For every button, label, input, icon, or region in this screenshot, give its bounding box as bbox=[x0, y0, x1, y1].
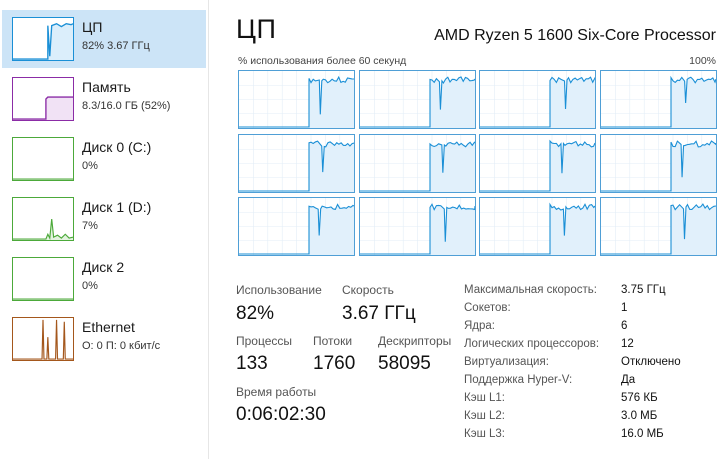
sidebar-item-value: 0% bbox=[82, 280, 98, 292]
spec-value: 6 bbox=[621, 320, 628, 332]
sidebar-item-label: ЦП bbox=[82, 19, 103, 35]
network-throughput-graph-icon bbox=[12, 317, 74, 361]
graph-max-label: 100% bbox=[689, 55, 716, 67]
spec-value: 3.0 МБ bbox=[621, 410, 658, 422]
cpu-model-name: AMD Ryzen 5 1600 Six-Core Processor bbox=[434, 27, 716, 44]
spec-label: Сокетов: bbox=[464, 302, 511, 314]
handles-label: Дескрипторы bbox=[378, 334, 452, 348]
spec-label: Кэш L2: bbox=[464, 410, 505, 422]
uptime-label: Время работы bbox=[236, 385, 317, 399]
handles-value: 58095 bbox=[378, 353, 431, 374]
spec-value: 3.75 ГГц bbox=[621, 284, 666, 296]
sidebar-item-value: 7% bbox=[82, 220, 98, 232]
speed-label: Скорость bbox=[342, 283, 394, 297]
sidebar-item-value: 0% bbox=[82, 160, 98, 172]
logical-processor-graph bbox=[599, 197, 717, 256]
disk-activity-graph-icon bbox=[12, 137, 74, 181]
spec-value: 1 bbox=[621, 302, 628, 314]
threads-value: 1760 bbox=[313, 353, 356, 374]
sidebar-item-label: Диск 0 (C:) bbox=[82, 139, 152, 155]
spec-label: Логических процессоров: bbox=[464, 338, 600, 350]
spec-value: Отключено bbox=[621, 356, 681, 368]
logical-processor-graph bbox=[479, 70, 596, 129]
spec-value: Да bbox=[621, 374, 636, 386]
sidebar-item-memory[interactable]: Память 8.3/16.0 ГБ (52%) bbox=[2, 70, 206, 128]
sidebar-item-label: Ethernet bbox=[82, 319, 135, 335]
processes-value: 133 bbox=[236, 353, 268, 374]
spec-value: 576 КБ bbox=[621, 392, 658, 404]
logical-processor-graph bbox=[238, 133, 355, 193]
page-title: ЦП bbox=[236, 14, 277, 44]
sidebar-item-ethernet[interactable]: Ethernet О: 0 П: 0 кбит/с bbox=[2, 310, 206, 368]
sidebar-item-cpu[interactable]: ЦП 82% 3.67 ГГц bbox=[2, 10, 206, 68]
disk-activity-graph-icon bbox=[12, 257, 74, 301]
resource-sidebar: ЦП 82% 3.67 ГГц Память 8.3/16.0 ГБ (52%)… bbox=[0, 0, 208, 459]
logical-processor-graph bbox=[238, 70, 355, 129]
usage-value: 82% bbox=[236, 303, 275, 324]
spec-label: Кэш L3: bbox=[464, 428, 505, 440]
cpu-usage-graph-icon bbox=[12, 17, 74, 61]
logical-processor-graph bbox=[599, 70, 717, 129]
logical-processor-graph bbox=[358, 70, 476, 129]
usage-label: Использование bbox=[236, 283, 322, 297]
spec-value: 16.0 МБ bbox=[621, 428, 664, 440]
processes-label: Процессы bbox=[236, 334, 293, 348]
sidebar-item-disk-2[interactable]: Диск 2 0% bbox=[2, 250, 206, 308]
spec-label: Ядра: bbox=[464, 320, 496, 332]
graph-caption: % использования более 60 секунд bbox=[238, 55, 407, 67]
disk-activity-graph-icon bbox=[12, 197, 74, 241]
spec-label: Кэш L1: bbox=[464, 392, 505, 404]
spec-value: 12 bbox=[621, 338, 634, 350]
spec-label: Виртуализация: bbox=[464, 356, 549, 368]
sidebar-item-value: О: 0 П: 0 кбит/с bbox=[82, 340, 161, 352]
logical-processor-graph bbox=[479, 197, 596, 256]
sidebar-item-label: Диск 1 (D:) bbox=[82, 199, 152, 215]
logical-processor-graph bbox=[358, 133, 476, 193]
logical-processor-graphs[interactable] bbox=[238, 70, 717, 257]
speed-value: 3.67 ГГц bbox=[342, 303, 416, 324]
sidebar-divider bbox=[208, 0, 209, 459]
sidebar-item-disk-1[interactable]: Диск 1 (D:) 7% bbox=[2, 190, 206, 248]
logical-processor-graph bbox=[479, 133, 596, 193]
uptime-value: 0:06:02:30 bbox=[236, 404, 326, 425]
logical-processor-graph bbox=[358, 197, 476, 256]
logical-processor-graph bbox=[238, 197, 355, 256]
sidebar-item-value: 82% 3.67 ГГц bbox=[82, 40, 150, 52]
threads-label: Потоки bbox=[313, 334, 353, 348]
spec-label: Максимальная скорость: bbox=[464, 284, 597, 296]
sidebar-item-label: Диск 2 bbox=[82, 259, 125, 275]
memory-usage-graph-icon bbox=[12, 77, 74, 121]
spec-label: Поддержка Hyper-V: bbox=[464, 374, 573, 386]
sidebar-item-label: Память bbox=[82, 79, 131, 95]
logical-processor-graph bbox=[599, 133, 717, 193]
sidebar-item-disk-0[interactable]: Диск 0 (C:) 0% bbox=[2, 130, 206, 188]
sidebar-item-value: 8.3/16.0 ГБ (52%) bbox=[82, 100, 171, 112]
